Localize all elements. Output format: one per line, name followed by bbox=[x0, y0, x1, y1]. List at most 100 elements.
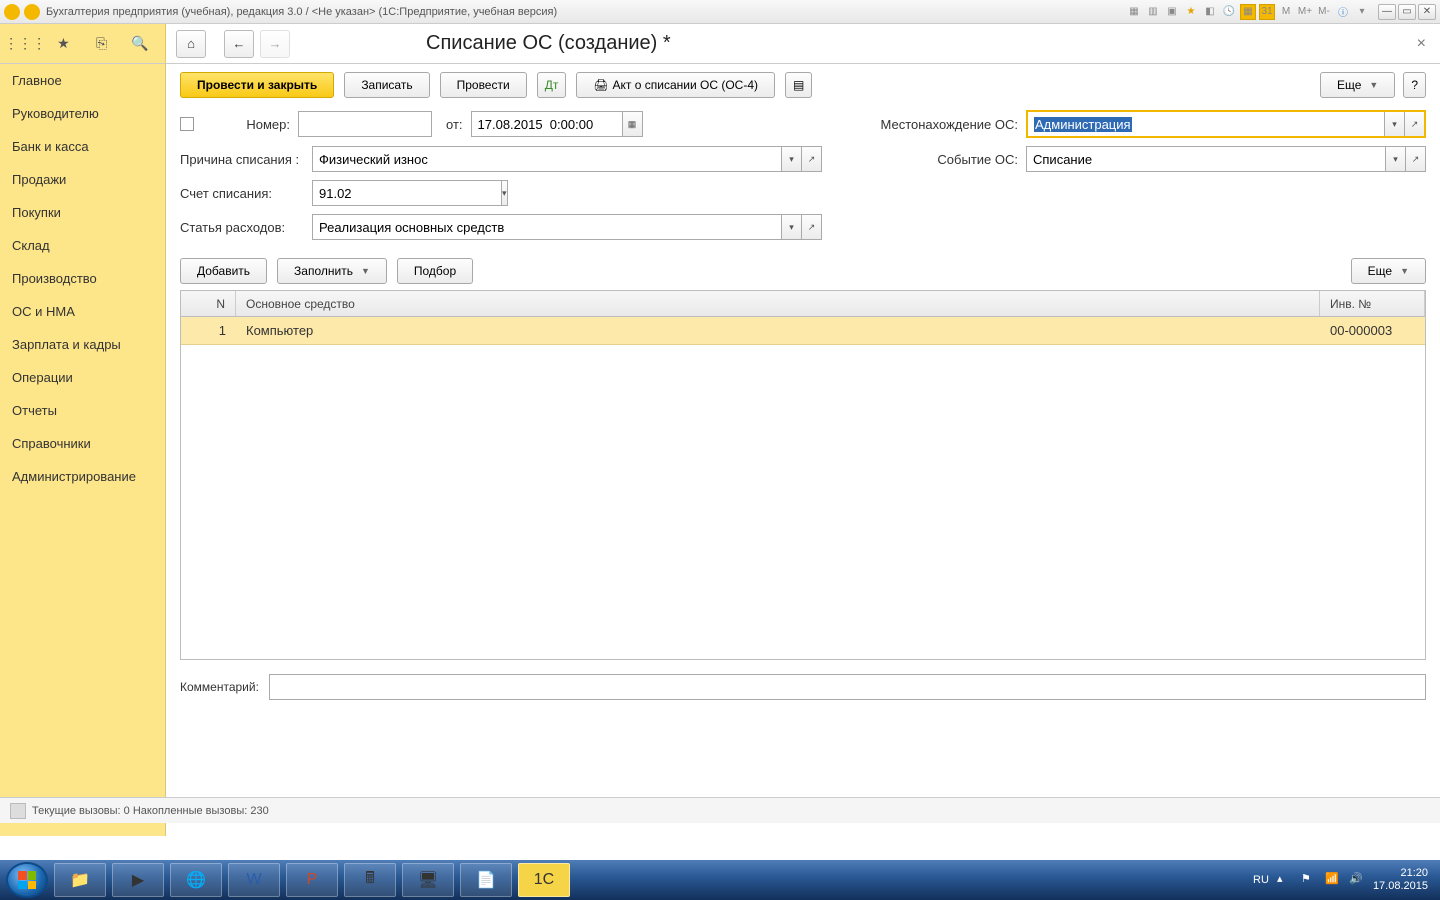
tray-network-icon[interactable]: 📶 bbox=[1325, 872, 1341, 888]
account-field[interactable] bbox=[312, 180, 502, 206]
form-button[interactable]: ▤ bbox=[785, 72, 812, 98]
table-row[interactable]: 1 Компьютер 00-000003 bbox=[181, 317, 1425, 345]
expense-field[interactable] bbox=[312, 214, 782, 240]
more-button[interactable]: Еще▼ bbox=[1320, 72, 1395, 98]
pick-button[interactable]: Подбор bbox=[397, 258, 473, 284]
clock[interactable]: 21:20 17.08.2015 bbox=[1373, 867, 1428, 893]
comment-field[interactable] bbox=[269, 674, 1426, 700]
reason-label: Причина списания : bbox=[180, 152, 304, 167]
sidebar-item-manager[interactable]: Руководителю bbox=[0, 97, 165, 130]
open-icon[interactable]: ↗ bbox=[1404, 112, 1424, 136]
sidebar-item-purchases[interactable]: Покупки bbox=[0, 196, 165, 229]
dropdown-icon[interactable] bbox=[24, 4, 40, 20]
sidebar-item-warehouse[interactable]: Склад bbox=[0, 229, 165, 262]
post-and-close-button[interactable]: Провести и закрыть bbox=[180, 72, 334, 98]
history-icon[interactable]: 🕓 bbox=[1221, 4, 1237, 20]
dropdown-icon[interactable]: ▾ bbox=[782, 146, 802, 172]
window-controls: — ▭ ✕ bbox=[1378, 4, 1436, 20]
location-field[interactable]: Администрация bbox=[1028, 112, 1384, 136]
forward-button[interactable]: → bbox=[260, 30, 290, 58]
dropdown-icon[interactable]: ▾ bbox=[782, 214, 802, 240]
open-icon[interactable]: ↗ bbox=[802, 146, 822, 172]
sidebar-item-production[interactable]: Производство bbox=[0, 262, 165, 295]
star-icon[interactable]: ★ bbox=[51, 32, 75, 56]
tool-icon[interactable]: ▥ bbox=[1145, 4, 1161, 20]
maximize-button[interactable]: ▭ bbox=[1398, 4, 1416, 20]
sidebar-item-fixed-assets[interactable]: ОС и НМА bbox=[0, 295, 165, 328]
minimize-button[interactable]: — bbox=[1378, 4, 1396, 20]
taskbar-app1[interactable]: 🖥 bbox=[402, 863, 454, 897]
back-button[interactable]: ← bbox=[224, 30, 254, 58]
calendar-icon[interactable]: ▦ bbox=[623, 111, 643, 137]
clipboard-icon[interactable]: ⎘ bbox=[90, 32, 114, 56]
sidebar-item-label: Зарплата и кадры bbox=[12, 337, 121, 352]
open-icon[interactable]: ↗ bbox=[802, 214, 822, 240]
dropdown-icon[interactable]: ▾ bbox=[1354, 4, 1370, 20]
save-button[interactable]: Записать bbox=[344, 72, 429, 98]
dropdown-icon[interactable]: ▾ bbox=[1386, 146, 1406, 172]
close-button[interactable]: ✕ bbox=[1418, 4, 1436, 20]
memory-mplus[interactable]: M+ bbox=[1297, 4, 1313, 20]
fill-button[interactable]: Заполнить▼ bbox=[277, 258, 387, 284]
sidebar-item-main[interactable]: Главное bbox=[0, 64, 165, 97]
calculator-icon[interactable]: ▦ bbox=[1240, 4, 1256, 20]
posted-checkbox[interactable] bbox=[180, 117, 194, 131]
sidebar-item-label: Отчеты bbox=[12, 403, 57, 418]
taskbar-calc[interactable]: 🖩 bbox=[344, 863, 396, 897]
lang-indicator[interactable]: RU bbox=[1253, 874, 1269, 886]
dropdown-icon[interactable]: ▾ bbox=[502, 180, 508, 206]
taskbar-powerpoint[interactable]: P bbox=[286, 863, 338, 897]
taskbar-media[interactable]: ▶ bbox=[112, 863, 164, 897]
home-button[interactable]: ⌂ bbox=[176, 30, 206, 58]
tool-icon[interactable]: ▦ bbox=[1126, 4, 1142, 20]
cell-asset: Компьютер bbox=[236, 323, 1320, 338]
open-icon[interactable]: ↗ bbox=[1406, 146, 1426, 172]
memory-m[interactable]: M bbox=[1278, 4, 1294, 20]
sidebar-item-directories[interactable]: Справочники bbox=[0, 427, 165, 460]
tool-icon[interactable]: ◧ bbox=[1202, 4, 1218, 20]
taskbar-word[interactable]: W bbox=[228, 863, 280, 897]
event-field[interactable] bbox=[1026, 146, 1386, 172]
taskbar-1c[interactable]: 1C bbox=[518, 863, 570, 897]
sidebar-item-label: Производство bbox=[12, 271, 97, 286]
reason-field[interactable] bbox=[312, 146, 782, 172]
sidebar-item-sales[interactable]: Продажи bbox=[0, 163, 165, 196]
search-icon[interactable]: 🔍 bbox=[128, 32, 152, 56]
close-document-button[interactable]: × bbox=[1417, 35, 1426, 53]
movements-button[interactable]: Дт bbox=[537, 72, 567, 98]
start-button[interactable] bbox=[6, 862, 48, 898]
titlebar-tools: ▦ ▥ ▣ ★ ◧ 🕓 ▦ 31 M M+ M- ⓘ ▾ bbox=[1126, 4, 1370, 20]
sidebar-item-label: Банк и касса bbox=[12, 139, 89, 154]
sidebar-item-salary[interactable]: Зарплата и кадры bbox=[0, 328, 165, 361]
calendar-icon[interactable]: 31 bbox=[1259, 4, 1275, 20]
sidebar-item-bank[interactable]: Банк и касса bbox=[0, 130, 165, 163]
post-button[interactable]: Провести bbox=[440, 72, 527, 98]
col-header-n[interactable]: N bbox=[181, 291, 236, 316]
dropdown-icon[interactable]: ▾ bbox=[1384, 112, 1404, 136]
number-field[interactable] bbox=[298, 111, 432, 137]
favorite-icon[interactable]: ★ bbox=[1183, 4, 1199, 20]
memory-mminus[interactable]: M- bbox=[1316, 4, 1332, 20]
tray-flag-icon[interactable]: ⚑ bbox=[1301, 872, 1317, 888]
sidebar-item-admin[interactable]: Администрирование bbox=[0, 460, 165, 493]
taskbar-explorer[interactable]: 📁 bbox=[54, 863, 106, 897]
taskbar-chrome[interactable]: 🌐 bbox=[170, 863, 222, 897]
tray-up-icon[interactable]: ▴ bbox=[1277, 872, 1293, 888]
date-field[interactable] bbox=[471, 111, 623, 137]
print-act-button[interactable]: 🖨Акт о списании ОС (ОС-4) bbox=[576, 72, 775, 98]
table-more-button[interactable]: Еще▼ bbox=[1351, 258, 1426, 284]
col-header-inv[interactable]: Инв. № bbox=[1320, 291, 1425, 316]
tray-volume-icon[interactable]: 🔊 bbox=[1349, 872, 1365, 888]
sidebar-item-operations[interactable]: Операции bbox=[0, 361, 165, 394]
tool-icon[interactable]: ▣ bbox=[1164, 4, 1180, 20]
col-header-asset[interactable]: Основное средство bbox=[236, 291, 1320, 316]
taskbar-notepad[interactable]: 📄 bbox=[460, 863, 512, 897]
apps-icon[interactable]: ⋮⋮⋮ bbox=[13, 32, 37, 56]
location-value: Администрация bbox=[1034, 117, 1132, 132]
form-row-reason: Причина списания : ▾ ↗ Событие ОС: ▾ ↗ bbox=[180, 146, 1426, 172]
sidebar-item-reports[interactable]: Отчеты bbox=[0, 394, 165, 427]
sidebar-item-label: Главное bbox=[12, 73, 62, 88]
add-button[interactable]: Добавить bbox=[180, 258, 267, 284]
help-button[interactable]: ? bbox=[1403, 72, 1426, 98]
info-icon[interactable]: ⓘ bbox=[1335, 4, 1351, 20]
